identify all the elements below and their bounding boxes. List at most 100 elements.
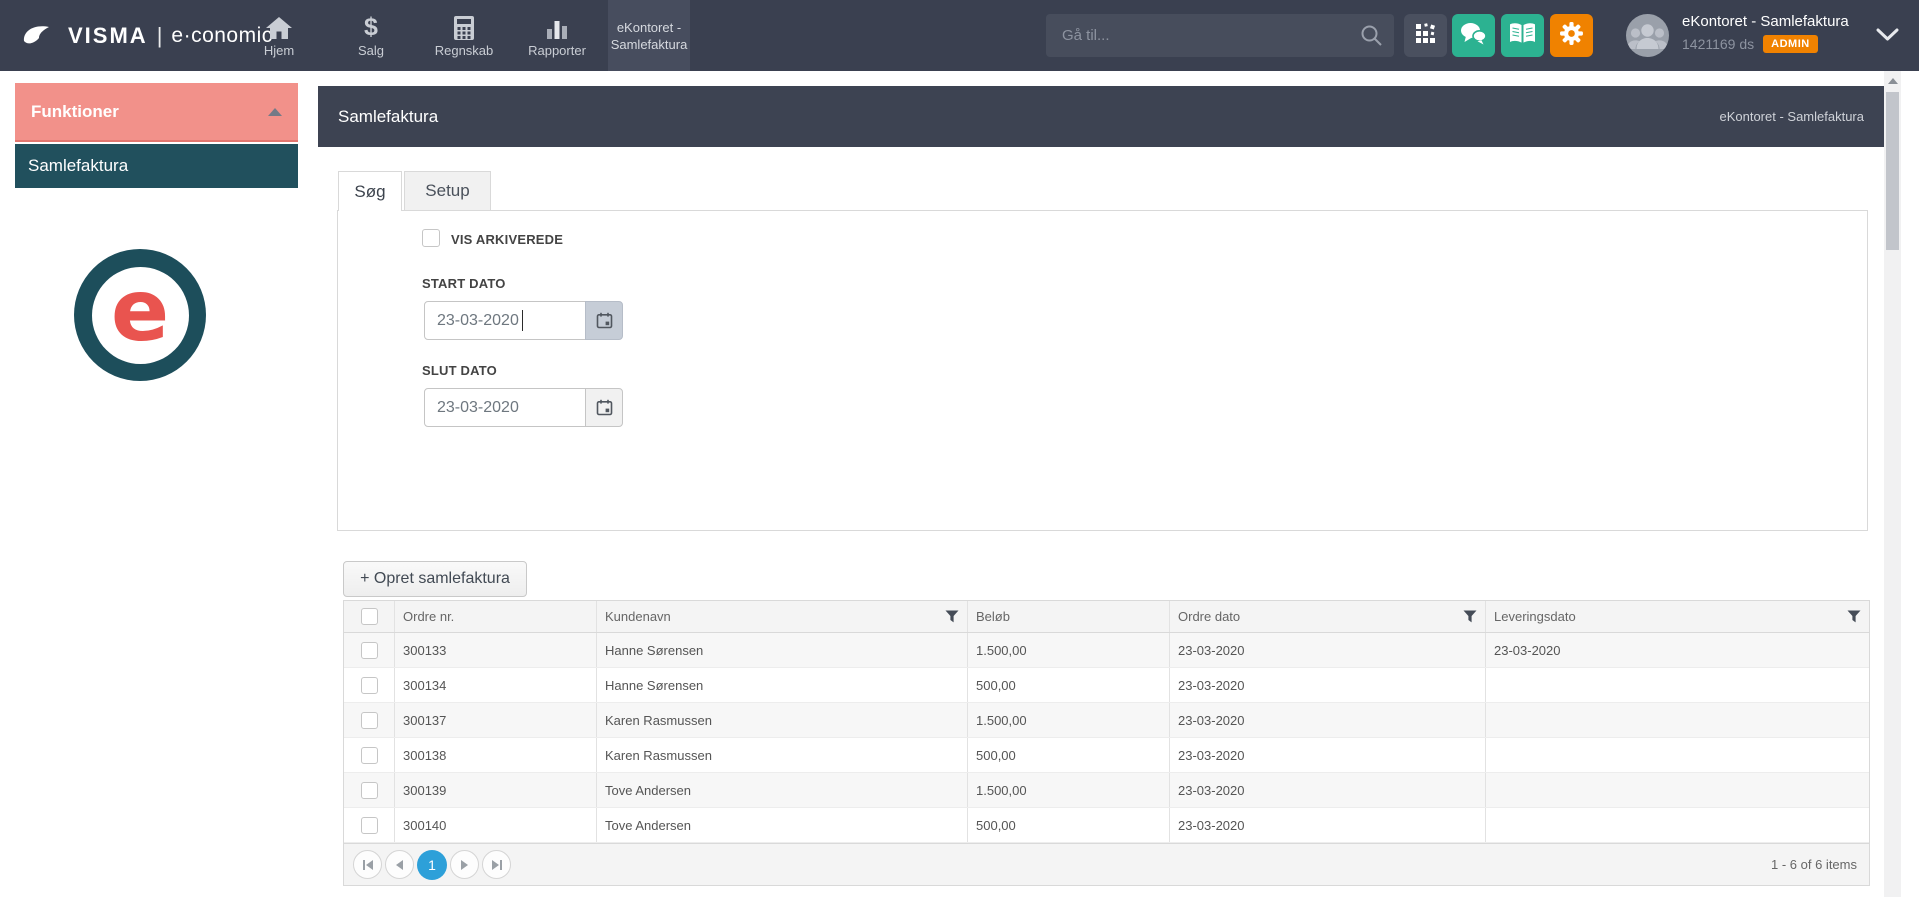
tab-setup[interactable]: Setup xyxy=(404,171,491,210)
column-header-ordre-dato[interactable]: Ordre dato xyxy=(1170,601,1486,632)
select-all-checkbox[interactable] xyxy=(361,608,378,625)
row-checkbox[interactable] xyxy=(361,712,378,729)
tab-sog[interactable]: Søg xyxy=(338,171,402,211)
table-pager: 1 1 - 6 of 6 items xyxy=(344,843,1869,885)
nav-item-salg[interactable]: $ Salg xyxy=(327,0,415,71)
cell-leveringsdato xyxy=(1486,738,1869,772)
opret-samlefaktura-label: + Opret samlefaktura xyxy=(360,570,510,588)
filter-icon[interactable] xyxy=(1847,610,1861,626)
brand-separator: | xyxy=(157,23,163,49)
page-scrollbar[interactable] xyxy=(1884,71,1901,897)
cell-belob: 500,00 xyxy=(968,668,1170,702)
opret-samlefaktura-button[interactable]: + Opret samlefaktura xyxy=(343,561,527,597)
help-book-button[interactable] xyxy=(1501,14,1544,57)
chevron-down-icon[interactable] xyxy=(1876,28,1899,47)
apps-grid-icon xyxy=(1414,22,1437,50)
nav-item-rapporter[interactable]: Rapporter xyxy=(513,0,601,71)
vis-arkiverede-checkbox[interactable] xyxy=(422,229,440,247)
pager-last-button[interactable] xyxy=(482,850,511,879)
row-select-cell xyxy=(344,668,395,702)
settings-button[interactable] xyxy=(1550,14,1593,57)
cell-kundenavn: Tove Andersen xyxy=(597,808,968,842)
user-menu[interactable]: eKontoret - Samlefaktura 1421169 ds ADMI… xyxy=(1682,13,1849,53)
cell-kundenavn: Karen Rasmussen xyxy=(597,703,968,737)
cell-belob: 500,00 xyxy=(968,808,1170,842)
user-avatar[interactable] xyxy=(1626,14,1669,57)
search-icon[interactable] xyxy=(1360,24,1383,52)
table-row[interactable]: 300138 Karen Rasmussen 500,00 23-03-2020 xyxy=(344,738,1869,773)
calculator-icon xyxy=(453,14,475,40)
cell-ordre-nr: 300133 xyxy=(395,633,597,667)
user-id: 1421169 ds xyxy=(1682,36,1754,52)
global-search xyxy=(1046,14,1394,57)
sidebar-item-samlefaktura[interactable]: Samlefaktura xyxy=(15,144,298,188)
column-header-leveringsdato[interactable]: Leveringsdato xyxy=(1486,601,1869,632)
table-row[interactable]: 300133 Hanne Sørensen 1.500,00 23-03-202… xyxy=(344,633,1869,668)
slut-dato-input[interactable] xyxy=(424,388,586,427)
start-dato-group xyxy=(424,301,623,340)
row-select-cell xyxy=(344,633,395,667)
sidebar-section-funktioner[interactable]: Funktioner xyxy=(15,83,298,142)
cell-belob: 500,00 xyxy=(968,738,1170,772)
topbar: VISMA | e·conomic Hjem $ Salg Regnskab R… xyxy=(0,0,1919,71)
column-header-kundenavn[interactable]: Kundenavn xyxy=(597,601,968,632)
nav-item-ekontoret-samlefaktura-active[interactable]: eKontoret - Samlefaktura xyxy=(608,0,690,71)
row-checkbox[interactable] xyxy=(361,677,378,694)
chat-button[interactable] xyxy=(1452,14,1495,57)
cell-kundenavn: Tove Andersen xyxy=(597,773,968,807)
table-row[interactable]: 300134 Hanne Sørensen 500,00 23-03-2020 xyxy=(344,668,1869,703)
cell-ordre-nr: 300140 xyxy=(395,808,597,842)
economic-logo: e xyxy=(74,249,206,381)
cell-ordre-nr: 300134 xyxy=(395,668,597,702)
row-checkbox[interactable] xyxy=(361,642,378,659)
table-row[interactable]: 300140 Tove Andersen 500,00 23-03-2020 xyxy=(344,808,1869,843)
scrollbar-up-arrow[interactable] xyxy=(1888,78,1898,84)
nav-item-hjem[interactable]: Hjem xyxy=(235,0,323,71)
pager-first-button[interactable] xyxy=(353,850,382,879)
slut-dato-label: SLUT DATO xyxy=(422,363,497,378)
row-checkbox[interactable] xyxy=(361,782,378,799)
row-checkbox[interactable] xyxy=(361,817,378,834)
pager-next-button[interactable] xyxy=(450,850,479,879)
cell-ordre-dato: 23-03-2020 xyxy=(1170,773,1486,807)
scrollbar-thumb[interactable] xyxy=(1886,92,1899,250)
table-row[interactable]: 300137 Karen Rasmussen 1.500,00 23-03-20… xyxy=(344,703,1869,738)
column-label: Ordre nr. xyxy=(403,609,454,624)
column-header-belob[interactable]: Beløb xyxy=(968,601,1170,632)
text-cursor xyxy=(522,310,523,331)
slut-dato-calendar-button[interactable] xyxy=(585,388,623,427)
first-page-icon-arrow xyxy=(366,860,373,870)
search-input[interactable] xyxy=(1046,14,1362,57)
people-icon xyxy=(1626,14,1669,57)
pager-summary: 1 - 6 of 6 items xyxy=(1771,857,1857,872)
sidebar-section-label: Funktioner xyxy=(31,102,119,122)
cell-ordre-nr: 300137 xyxy=(395,703,597,737)
vis-arkiverede-label: VIS ARKIVEREDE xyxy=(451,232,563,247)
dollar-icon: $ xyxy=(364,14,378,40)
apps-grid-button[interactable] xyxy=(1404,14,1447,57)
page-title: Samlefaktura xyxy=(338,107,438,127)
cell-leveringsdato xyxy=(1486,808,1869,842)
nav-item-regnskab[interactable]: Regnskab xyxy=(420,0,508,71)
visma-swoosh-icon xyxy=(22,23,58,49)
nav-label: Salg xyxy=(358,43,384,58)
filter-icon[interactable] xyxy=(945,610,959,626)
table-row[interactable]: 300139 Tove Andersen 1.500,00 23-03-2020 xyxy=(344,773,1869,808)
pager-prev-button[interactable] xyxy=(385,850,414,879)
cell-ordre-dato: 23-03-2020 xyxy=(1170,738,1486,772)
cell-ordre-dato: 23-03-2020 xyxy=(1170,703,1486,737)
pager-page-1[interactable]: 1 xyxy=(417,850,447,880)
column-header-ordre-nr[interactable]: Ordre nr. xyxy=(395,601,597,632)
cell-kundenavn: Hanne Sørensen xyxy=(597,633,968,667)
row-select-cell xyxy=(344,703,395,737)
start-dato-input[interactable] xyxy=(424,301,586,340)
start-dato-calendar-button[interactable] xyxy=(585,301,623,340)
row-select-cell xyxy=(344,808,395,842)
home-icon xyxy=(266,14,292,40)
page-header: Samlefaktura eKontoret - Samlefaktura xyxy=(318,86,1884,147)
row-checkbox[interactable] xyxy=(361,747,378,764)
cell-ordre-dato: 23-03-2020 xyxy=(1170,808,1486,842)
filter-icon[interactable] xyxy=(1463,610,1477,626)
cell-ordre-dato: 23-03-2020 xyxy=(1170,668,1486,702)
active-nav-line2: Samlefaktura xyxy=(611,36,688,53)
